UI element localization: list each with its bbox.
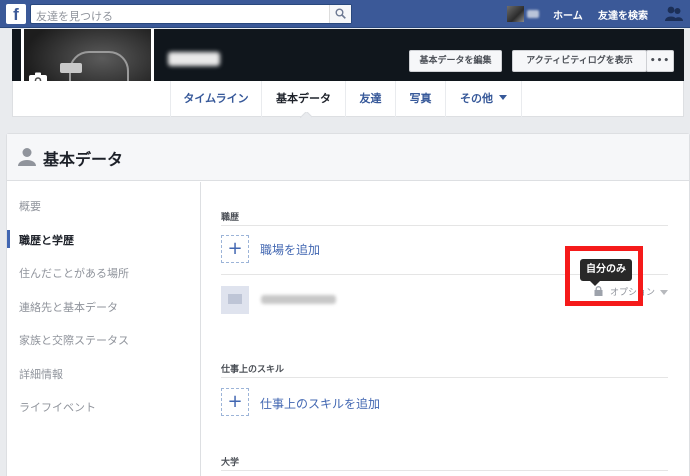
search-button[interactable]: [329, 5, 351, 23]
active-tab-pointer: [300, 112, 312, 118]
about-sidebar: 概要 職歴と学歴 住んだことがある場所 連絡先と基本データ 家族と交際ステータス…: [7, 182, 201, 476]
sidebar-item-places-lived[interactable]: 住んだことがある場所: [19, 265, 129, 281]
person-icon: [18, 148, 36, 166]
sidebar-item-family-relationships[interactable]: 家族と交際ステータス: [19, 332, 129, 348]
section-title-work: 職歴: [221, 213, 240, 223]
friend-requests-icon[interactable]: [664, 5, 684, 23]
divider: [221, 377, 668, 378]
annotation-highlight-box: [565, 246, 643, 306]
panel-title: 基本データ: [43, 150, 124, 169]
work-entry-blurred[interactable]: [261, 295, 336, 304]
work-logo: [221, 286, 249, 314]
sidebar-item-overview[interactable]: 概要: [19, 198, 41, 214]
panel-header: 基本データ: [7, 134, 689, 181]
user-name-blurred[interactable]: [527, 10, 539, 18]
divider: [221, 470, 668, 471]
section-title-college: 大学: [221, 458, 240, 468]
sidebar-item-life-events[interactable]: ライフイベント: [19, 399, 96, 415]
add-skill-link[interactable]: 仕事上のスキルを追加: [260, 395, 380, 412]
active-item-indicator: [7, 230, 10, 248]
facebook-logo-icon[interactable]: f: [6, 4, 26, 24]
home-link[interactable]: ホーム: [553, 7, 583, 22]
divider: [221, 225, 668, 226]
tab-friends[interactable]: 友達: [346, 81, 396, 117]
add-skill-icon[interactable]: +: [221, 388, 249, 416]
user-avatar[interactable]: [507, 6, 524, 22]
section-title-skills: 仕事上のスキル: [221, 365, 285, 375]
more-options-button[interactable]: •••: [646, 50, 674, 72]
search-icon: [335, 8, 346, 19]
profile-tabs: タイムライン 基本データ 友達 写真 その他: [12, 81, 684, 117]
add-work-icon[interactable]: +: [221, 235, 249, 263]
chevron-down-icon: [499, 95, 507, 100]
sidebar-item-details[interactable]: 詳細情報: [19, 366, 63, 382]
profile-name-blurred[interactable]: [168, 52, 220, 66]
top-bar: f ホーム 友達を検索: [0, 0, 690, 28]
search-input[interactable]: [31, 7, 321, 26]
edit-basic-data-button[interactable]: 基本データを編集: [409, 50, 502, 72]
add-work-link[interactable]: 職場を追加: [260, 241, 320, 258]
sidebar-item-contact-info[interactable]: 連絡先と基本データ: [19, 299, 118, 315]
chevron-down-icon[interactable]: [660, 290, 668, 295]
view-activity-log-button[interactable]: アクティビティログを表示: [512, 50, 647, 72]
tab-timeline[interactable]: タイムライン: [170, 81, 262, 117]
find-friends-link[interactable]: 友達を検索: [598, 7, 648, 22]
tab-more-label: その他: [460, 92, 493, 105]
search-box: [30, 4, 352, 26]
tab-photos[interactable]: 写真: [396, 81, 446, 117]
tab-more[interactable]: その他: [446, 81, 522, 117]
sidebar-item-work-education[interactable]: 職歴と学歴: [19, 232, 74, 248]
